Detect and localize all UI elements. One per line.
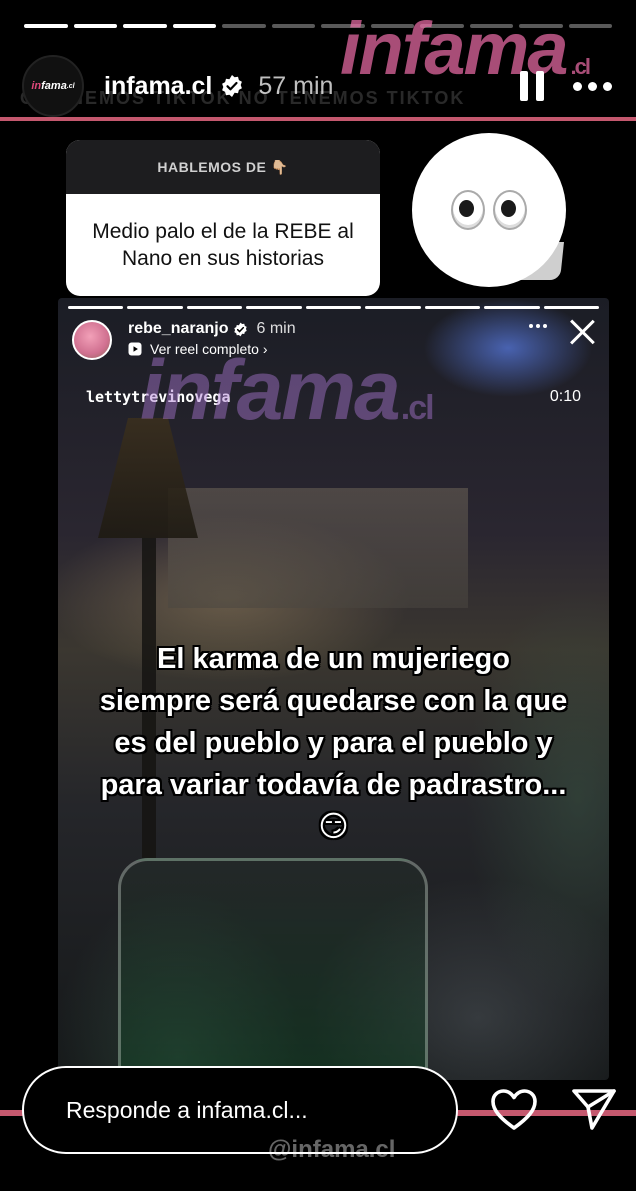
- progress-segment: [127, 306, 183, 309]
- story-caption: El karma de un mujeriego siempre será qu…: [99, 643, 568, 843]
- progress-segment: [68, 306, 124, 309]
- progress-segment: [305, 306, 362, 309]
- reposted-time: 6 min: [256, 320, 296, 337]
- eye-icon: [493, 190, 527, 230]
- background-glass: [118, 858, 428, 1080]
- progress-segment: [186, 306, 243, 309]
- question-sticker: HABLEMOS DE 👇🏼 Medio palo el de la REBE …: [66, 140, 380, 296]
- background-building: [168, 488, 468, 608]
- avatar[interactable]: in fama .cl: [22, 55, 84, 117]
- progress-segment: [484, 306, 540, 309]
- post-time: 57 min: [258, 71, 334, 100]
- more-options-icon[interactable]: [573, 81, 612, 91]
- progress-segment: [543, 306, 599, 309]
- progress-segment: [271, 24, 315, 28]
- close-icon[interactable]: [569, 318, 595, 344]
- progress-segment: [24, 24, 68, 28]
- username[interactable]: infama.cl: [104, 72, 212, 101]
- more-options-icon[interactable]: [529, 324, 547, 328]
- reposted-username[interactable]: rebe_naranjo: [128, 320, 228, 338]
- verified-badge-icon: [222, 75, 243, 97]
- eye-icon: [451, 190, 485, 230]
- video-timestamp: 0:10: [549, 388, 581, 405]
- bottom-watermark: @infama.cl: [268, 1136, 396, 1163]
- infama-watermark-logo: infama.cl: [140, 343, 435, 437]
- progress-segment: [172, 24, 216, 28]
- avatar[interactable]: [72, 320, 112, 360]
- progress-segment: [246, 306, 302, 309]
- progress-segment: [123, 24, 167, 28]
- eyes-emoji-sticker-icon: [412, 133, 566, 287]
- progress-segment: [222, 24, 266, 28]
- reply-placeholder: Responde a infama.cl...: [66, 1096, 308, 1123]
- question-answer-text: Medio palo el de la REBE al Nano en sus …: [92, 220, 354, 270]
- story-header: in fama .cl infama.cl 57 min: [22, 52, 616, 120]
- reposted-progress-bar: [68, 306, 599, 309]
- progress-segment: [73, 24, 117, 28]
- question-title: HABLEMOS DE 👇🏼: [66, 140, 380, 194]
- send-icon[interactable]: [570, 1086, 618, 1132]
- verified-badge-icon: [234, 322, 248, 336]
- progress-segment: [365, 306, 421, 309]
- pause-icon[interactable]: [517, 68, 547, 104]
- progress-segment: [424, 306, 481, 309]
- heart-icon[interactable]: [490, 1088, 538, 1132]
